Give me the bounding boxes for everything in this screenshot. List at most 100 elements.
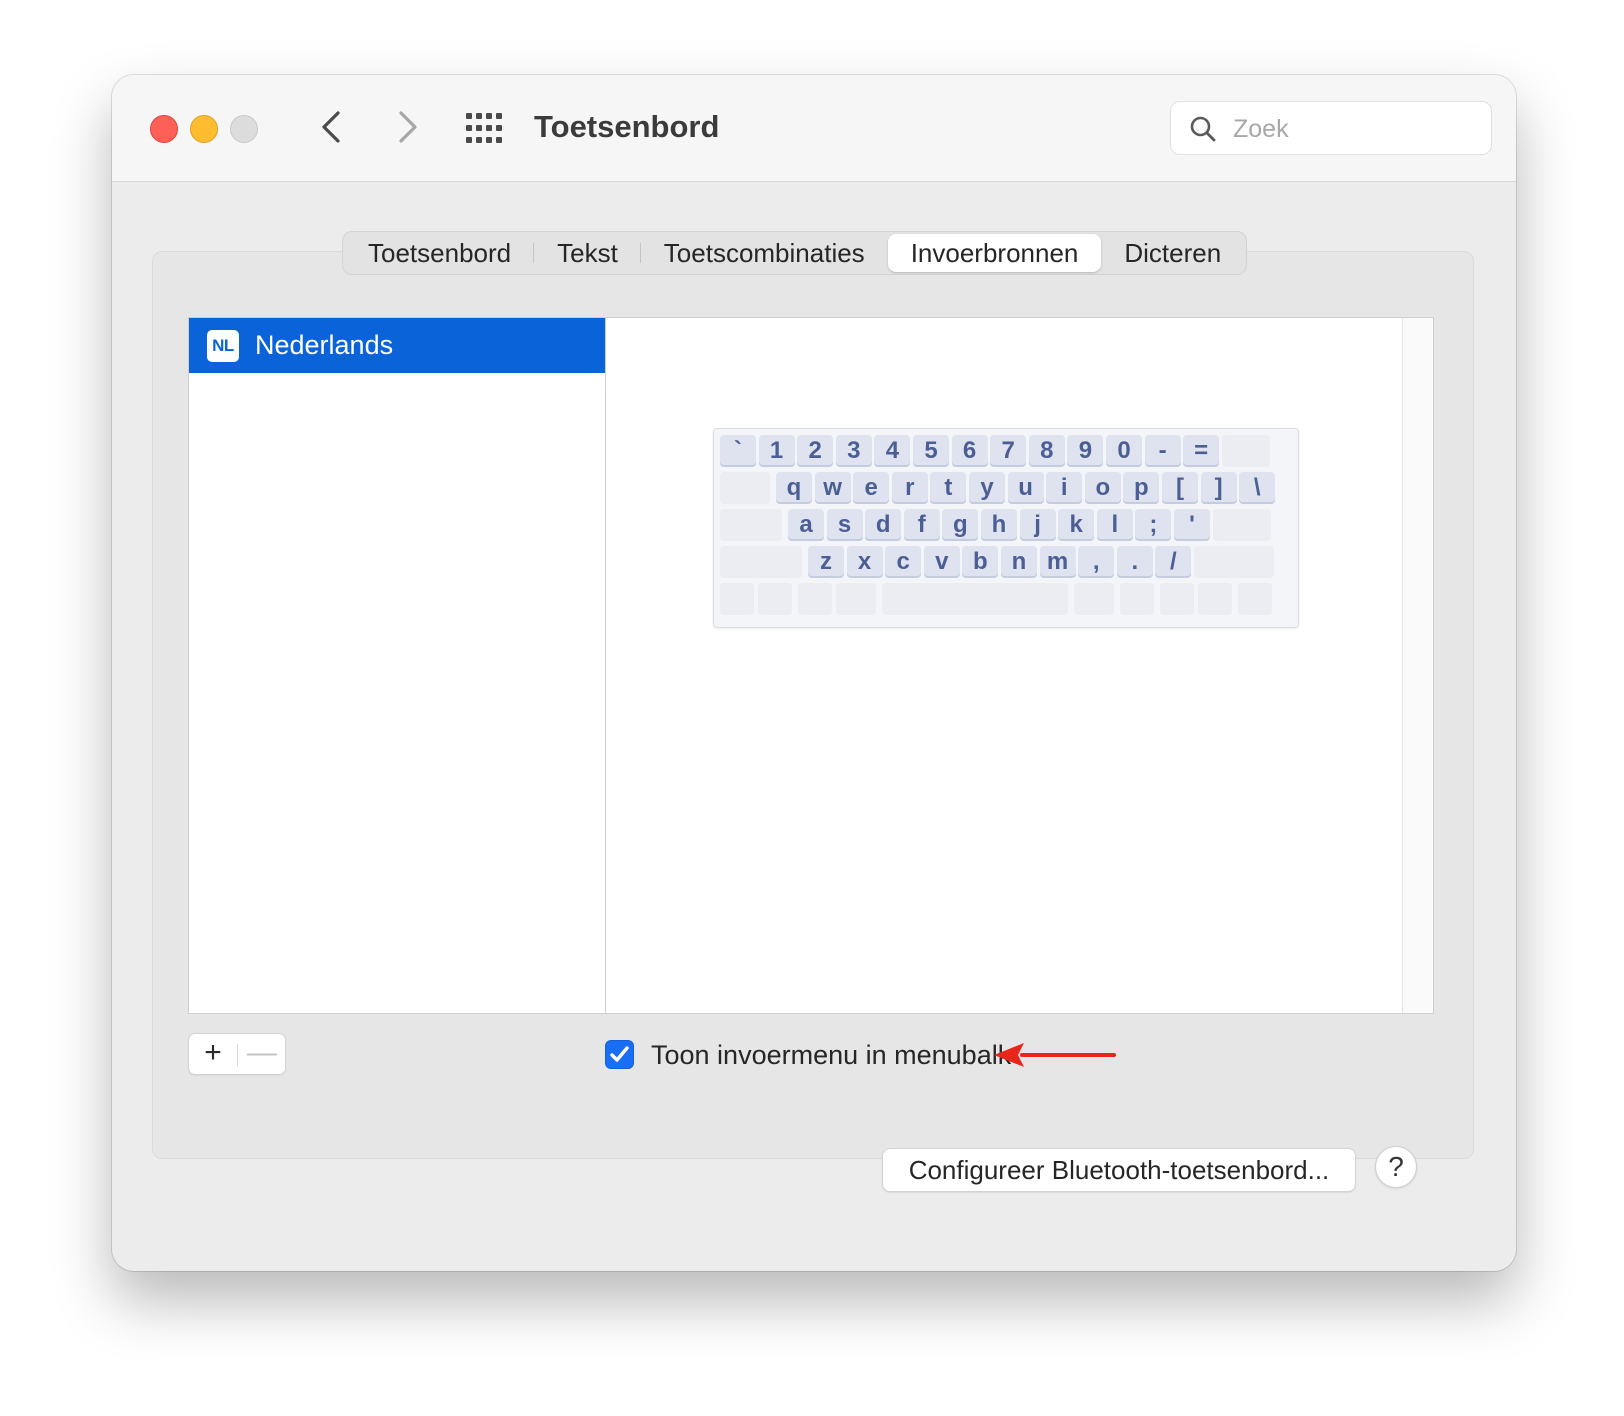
chevron-right-icon bbox=[399, 111, 417, 143]
key-label: n bbox=[1001, 546, 1037, 578]
scrollbar-track[interactable] bbox=[1402, 318, 1433, 1013]
tab-tekst[interactable]: Tekst bbox=[534, 233, 641, 273]
key-label: 3 bbox=[835, 435, 872, 467]
key-label: u bbox=[1007, 472, 1044, 504]
key-label: s bbox=[826, 509, 863, 541]
key-label: f bbox=[903, 509, 940, 541]
blank-key bbox=[1198, 583, 1232, 615]
key-label: g bbox=[942, 509, 979, 541]
close-window-button[interactable] bbox=[150, 115, 178, 143]
add-remove-control: + — bbox=[188, 1033, 286, 1075]
key-label: q bbox=[776, 472, 812, 504]
search-field[interactable] bbox=[1170, 101, 1492, 155]
blank-key bbox=[1212, 509, 1271, 541]
input-source-list: NL Nederlands bbox=[188, 317, 606, 1014]
list-item-label: Nederlands bbox=[255, 330, 394, 360]
key-label: - bbox=[1144, 435, 1181, 467]
show-input-menu-label: Toon invoermenu in menubalk bbox=[651, 1040, 1012, 1070]
key-label: 8 bbox=[1028, 435, 1065, 467]
list-item-nederlands[interactable]: NL Nederlands bbox=[189, 318, 605, 373]
key-label: p bbox=[1123, 472, 1160, 504]
key-label: y bbox=[969, 472, 1005, 504]
key-label: k bbox=[1058, 509, 1095, 541]
flag-nl-icon: NL bbox=[207, 330, 239, 362]
key-label: \ bbox=[1239, 472, 1276, 504]
key-label: e bbox=[853, 472, 890, 504]
blank-key bbox=[720, 472, 770, 504]
key-label: 9 bbox=[1067, 435, 1104, 467]
tab-toetscombinaties[interactable]: Toetscombinaties bbox=[641, 233, 888, 273]
key-label: 6 bbox=[951, 435, 988, 467]
key-label: i bbox=[1046, 472, 1083, 504]
blank-key bbox=[1194, 546, 1274, 578]
key-label: , bbox=[1078, 546, 1115, 578]
key-label: 4 bbox=[874, 435, 911, 467]
key-label: v bbox=[923, 546, 960, 578]
keyboard-preview-pane: ` 1 2 3 4 5 6 7 8 9 0- = q w e r t y u i o p[] \ a s d f g h j k l; ' … bbox=[606, 317, 1434, 1014]
tab-toetsenbord[interactable]: Toetsenbord bbox=[345, 233, 535, 273]
key-label: r bbox=[891, 472, 928, 504]
key-label: ` bbox=[720, 435, 756, 467]
blank-key bbox=[758, 583, 792, 615]
add-source-button[interactable]: + bbox=[189, 1034, 237, 1074]
key-label: w bbox=[814, 472, 851, 504]
title-bar: Toetsenbord bbox=[112, 75, 1516, 182]
search-icon bbox=[1190, 116, 1216, 142]
back-button[interactable] bbox=[312, 105, 352, 149]
key-label: x bbox=[846, 546, 883, 578]
key-label: h bbox=[981, 509, 1017, 541]
blank-key bbox=[1160, 583, 1194, 615]
key-label: ] bbox=[1200, 472, 1237, 504]
tab-invoerbronnen[interactable]: Invoerbronnen bbox=[887, 234, 1102, 272]
key-label: l bbox=[1096, 509, 1133, 541]
key-label: 0 bbox=[1106, 435, 1142, 467]
blank-key bbox=[1221, 435, 1270, 467]
key-label: 1 bbox=[758, 435, 795, 467]
key-label: b bbox=[962, 546, 999, 578]
help-button[interactable]: ? bbox=[1375, 1146, 1417, 1188]
blank-key bbox=[1074, 583, 1114, 615]
key-label: = bbox=[1183, 435, 1220, 467]
keyboard-layout-preview: ` 1 2 3 4 5 6 7 8 9 0- = q w e r t y u i o p[] \ a s d f g h j k l; ' … bbox=[713, 428, 1299, 628]
grid-icon bbox=[466, 113, 502, 143]
chevron-left-icon bbox=[322, 111, 340, 143]
blank-key bbox=[720, 509, 782, 541]
blank-key bbox=[836, 583, 876, 615]
preferences-window: Toetsenbord Toetsenbord Tekst Toetscombi… bbox=[112, 75, 1516, 1271]
key-label: 7 bbox=[990, 435, 1027, 467]
key-label: 5 bbox=[913, 435, 949, 467]
key-label: j bbox=[1019, 509, 1056, 541]
zoom-window-button[interactable] bbox=[230, 115, 258, 143]
show-all-button[interactable] bbox=[464, 111, 504, 145]
checkmark-icon bbox=[610, 1046, 629, 1062]
blank-key bbox=[1238, 583, 1272, 615]
key-label: c bbox=[885, 546, 922, 578]
key-label: ' bbox=[1174, 509, 1210, 541]
key-label: / bbox=[1155, 546, 1192, 578]
blank-key bbox=[882, 583, 1068, 615]
key-label: . bbox=[1116, 546, 1153, 578]
annotation-arrow-icon bbox=[994, 1043, 1116, 1067]
tab-bar: Toetsenbord Tekst Toetscombinaties Invoe… bbox=[342, 231, 1248, 275]
key-label: 2 bbox=[797, 435, 834, 467]
remove-source-button[interactable]: — bbox=[238, 1034, 286, 1074]
forward-button[interactable] bbox=[387, 105, 427, 149]
key-label: a bbox=[788, 509, 824, 541]
show-input-menu-checkbox[interactable] bbox=[605, 1040, 634, 1069]
minimize-window-button[interactable] bbox=[190, 115, 218, 143]
key-label: o bbox=[1084, 472, 1121, 504]
blank-key bbox=[798, 583, 832, 615]
search-input[interactable] bbox=[1231, 110, 1485, 148]
key-label: m bbox=[1039, 546, 1076, 578]
key-label: [ bbox=[1162, 472, 1198, 504]
key-label: d bbox=[865, 509, 902, 541]
blank-key bbox=[720, 583, 754, 615]
configure-bluetooth-keyboard-button[interactable]: Configureer Bluetooth-toetsenbord... bbox=[882, 1148, 1356, 1192]
key-label: ; bbox=[1135, 509, 1172, 541]
blank-key bbox=[1120, 583, 1154, 615]
key-label: z bbox=[808, 546, 844, 578]
window-title: Toetsenbord bbox=[534, 109, 720, 144]
key-label: t bbox=[930, 472, 967, 504]
blank-key bbox=[720, 546, 802, 578]
tab-dicteren[interactable]: Dicteren bbox=[1101, 233, 1244, 273]
